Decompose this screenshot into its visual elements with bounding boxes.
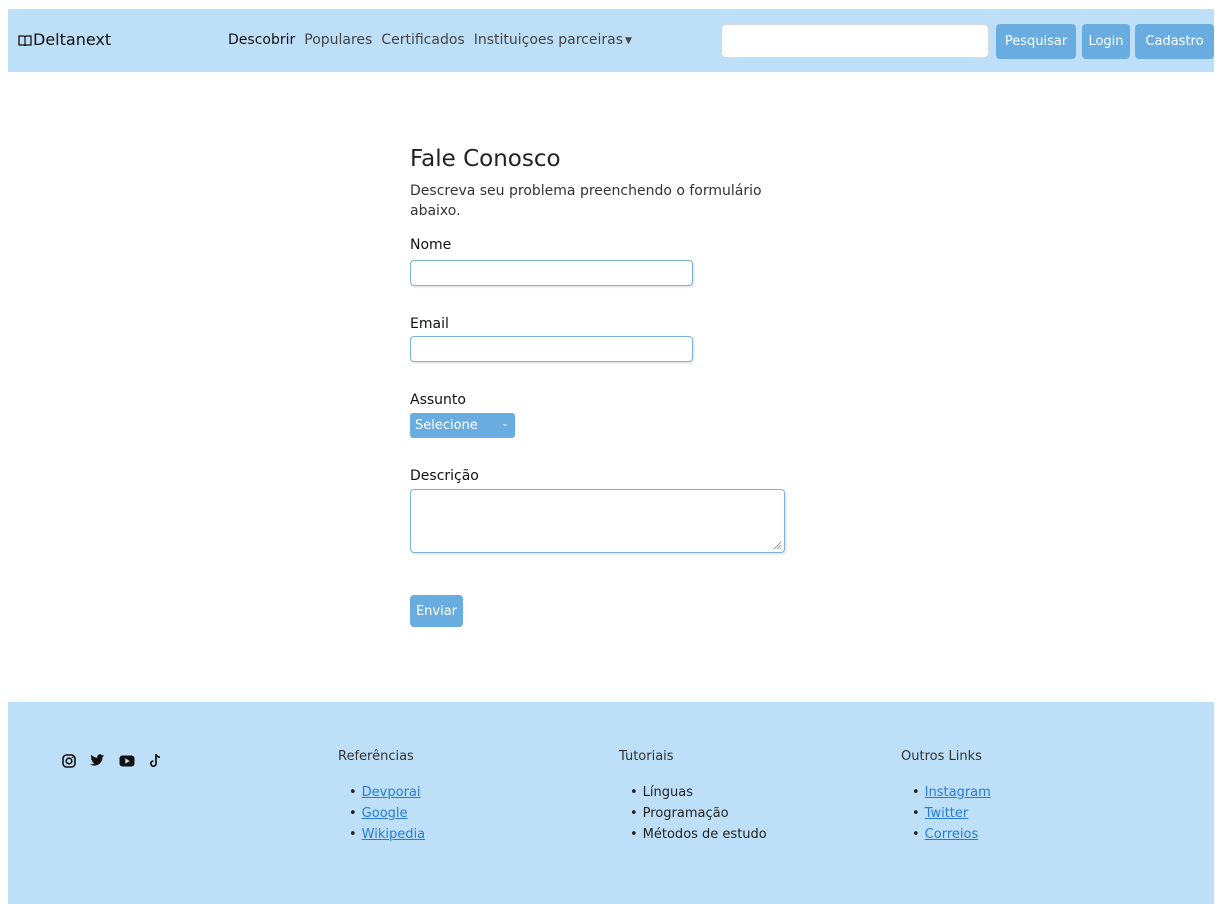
list-item: Instagram xyxy=(912,782,991,803)
footer-link-devporai[interactable]: Devporai xyxy=(362,785,421,800)
subject-select[interactable]: Selecione ⌄ xyxy=(410,413,515,438)
submit-button[interactable]: Enviar xyxy=(410,595,463,627)
subject-selected-value: Selecione xyxy=(415,418,478,433)
footer-heading-referencias: Referências xyxy=(338,749,414,764)
list-item: Google xyxy=(349,803,425,824)
brand-logo[interactable]: Deltanext xyxy=(18,30,111,49)
description-label: Descrição xyxy=(410,468,479,484)
signup-button[interactable]: Cadastro xyxy=(1135,24,1214,59)
list-item: Correios xyxy=(912,824,991,845)
description-textarea[interactable] xyxy=(410,489,785,553)
footer-link-wikipedia[interactable]: Wikipedia xyxy=(362,827,425,842)
footer-link-twitter[interactable]: Twitter xyxy=(925,806,969,821)
name-field[interactable] xyxy=(410,260,693,286)
tiktok-icon[interactable] xyxy=(147,752,164,769)
nav-link-certificados[interactable]: Certificados xyxy=(381,32,464,48)
footer-column-tutoriais: Tutoriais Línguas Programação Métodos de… xyxy=(619,749,767,845)
brand-name: Deltanext xyxy=(33,30,112,49)
footer-column-referencias: Referências Devporai Google Wikipedia xyxy=(338,749,425,845)
footer-link-instagram[interactable]: Instagram xyxy=(925,785,991,800)
footer-heading-tutoriais: Tutoriais xyxy=(619,749,674,764)
search-button[interactable]: Pesquisar xyxy=(996,24,1076,59)
nav-dropdown-instituicoes[interactable]: Instituiçoes parceiras ▼ xyxy=(474,32,632,48)
list-item: Programação xyxy=(630,803,767,824)
footer-link-correios[interactable]: Correios xyxy=(925,827,979,842)
form-description: Descreva seu problema preenchendo o form… xyxy=(410,183,762,219)
footer-column-outros-links: Outros Links Instagram Twitter Correios xyxy=(901,749,991,845)
youtube-icon[interactable] xyxy=(118,752,135,769)
login-button[interactable]: Login xyxy=(1082,24,1130,59)
list-item: Twitter xyxy=(912,803,991,824)
footer-heading-outros-links: Outros Links xyxy=(901,749,982,764)
caret-down-icon: ▼ xyxy=(625,36,632,46)
nav-dropdown-label: Instituiçoes parceiras xyxy=(473,32,624,48)
footer: Referências Devporai Google Wikipedia Tu… xyxy=(8,702,1214,904)
book-icon xyxy=(18,34,32,46)
twitter-icon[interactable] xyxy=(89,752,106,769)
instagram-icon[interactable] xyxy=(60,752,77,769)
nav-link-populares[interactable]: Populares xyxy=(304,32,372,48)
list-item: Devporai xyxy=(349,782,425,803)
search-input[interactable] xyxy=(721,24,989,58)
top-navbar: Deltanext Descobrir Populares Certificad… xyxy=(8,9,1214,72)
page-title: Fale Conosco xyxy=(410,146,561,172)
footer-list-referencias: Devporai Google Wikipedia xyxy=(338,782,425,845)
nav-links: Descobrir Populares Certificados Institu… xyxy=(228,32,641,48)
chevron-down-icon: ⌄ xyxy=(501,419,509,429)
email-label: Email xyxy=(410,316,449,332)
footer-list-tutoriais: Línguas Programação Métodos de estudo xyxy=(619,782,767,845)
footer-list-outros-links: Instagram Twitter Correios xyxy=(901,782,991,845)
social-icons xyxy=(60,752,164,769)
footer-link-google[interactable]: Google xyxy=(362,806,408,821)
list-item: Wikipedia xyxy=(349,824,425,845)
list-item: Métodos de estudo xyxy=(630,824,767,845)
email-field[interactable] xyxy=(410,336,693,362)
list-item: Línguas xyxy=(630,782,767,803)
resize-handle-icon[interactable] xyxy=(773,541,782,550)
name-label: Nome xyxy=(410,237,452,253)
nav-link-descobrir[interactable]: Descobrir xyxy=(228,32,295,48)
subject-label: Assunto xyxy=(410,392,466,408)
